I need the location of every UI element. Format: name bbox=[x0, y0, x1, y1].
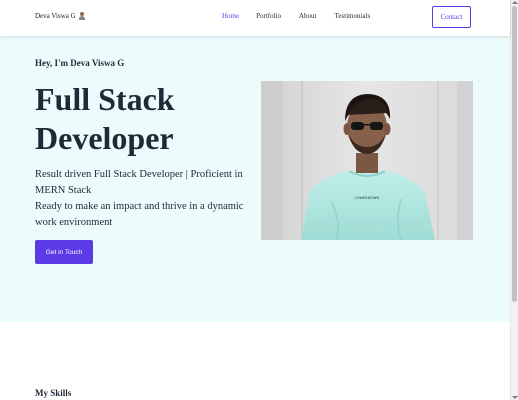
nav-about-link[interactable]: About bbox=[299, 12, 317, 20]
hero-title: Full Stack Developer bbox=[35, 81, 175, 156]
brand-name: Deva Viswa G bbox=[35, 12, 76, 20]
scrollbar-thumb[interactable] bbox=[512, 6, 517, 302]
contact-button[interactable]: Contact bbox=[432, 6, 471, 28]
main-nav: Home Portfolio About Testimonials bbox=[222, 12, 370, 20]
profile-photo: LOWERDOWN bbox=[261, 81, 473, 240]
top-navbar: Deva Viswa G Home Portfolio About Testim… bbox=[0, 0, 510, 36]
brand[interactable]: Deva Viswa G bbox=[35, 12, 85, 20]
hero-description-line: Ready to make an impact and thrive in a … bbox=[35, 201, 244, 228]
scroll-down-arrow-icon[interactable] bbox=[512, 396, 518, 399]
hero-description: Result driven Full Stack Developer | Pro… bbox=[35, 167, 255, 231]
hero-greeting: Hey, I'm Deva Viswa G bbox=[35, 58, 125, 68]
skills-heading: My Skills bbox=[35, 388, 72, 398]
nav-home-link[interactable]: Home bbox=[222, 12, 239, 20]
hero-description-line: Result driven Full Stack Developer | Pro… bbox=[35, 169, 243, 196]
page-scrollbar[interactable] bbox=[510, 0, 518, 400]
get-in-touch-button[interactable]: Get in Touch bbox=[35, 240, 93, 264]
person-emoji-icon bbox=[78, 12, 85, 20]
shirt-print-text: LOWERDOWN bbox=[355, 196, 380, 200]
scroll-up-arrow-icon[interactable] bbox=[512, 1, 518, 4]
nav-testimonials-link[interactable]: Testimonials bbox=[335, 12, 371, 20]
nav-portfolio-link[interactable]: Portfolio bbox=[256, 12, 281, 20]
